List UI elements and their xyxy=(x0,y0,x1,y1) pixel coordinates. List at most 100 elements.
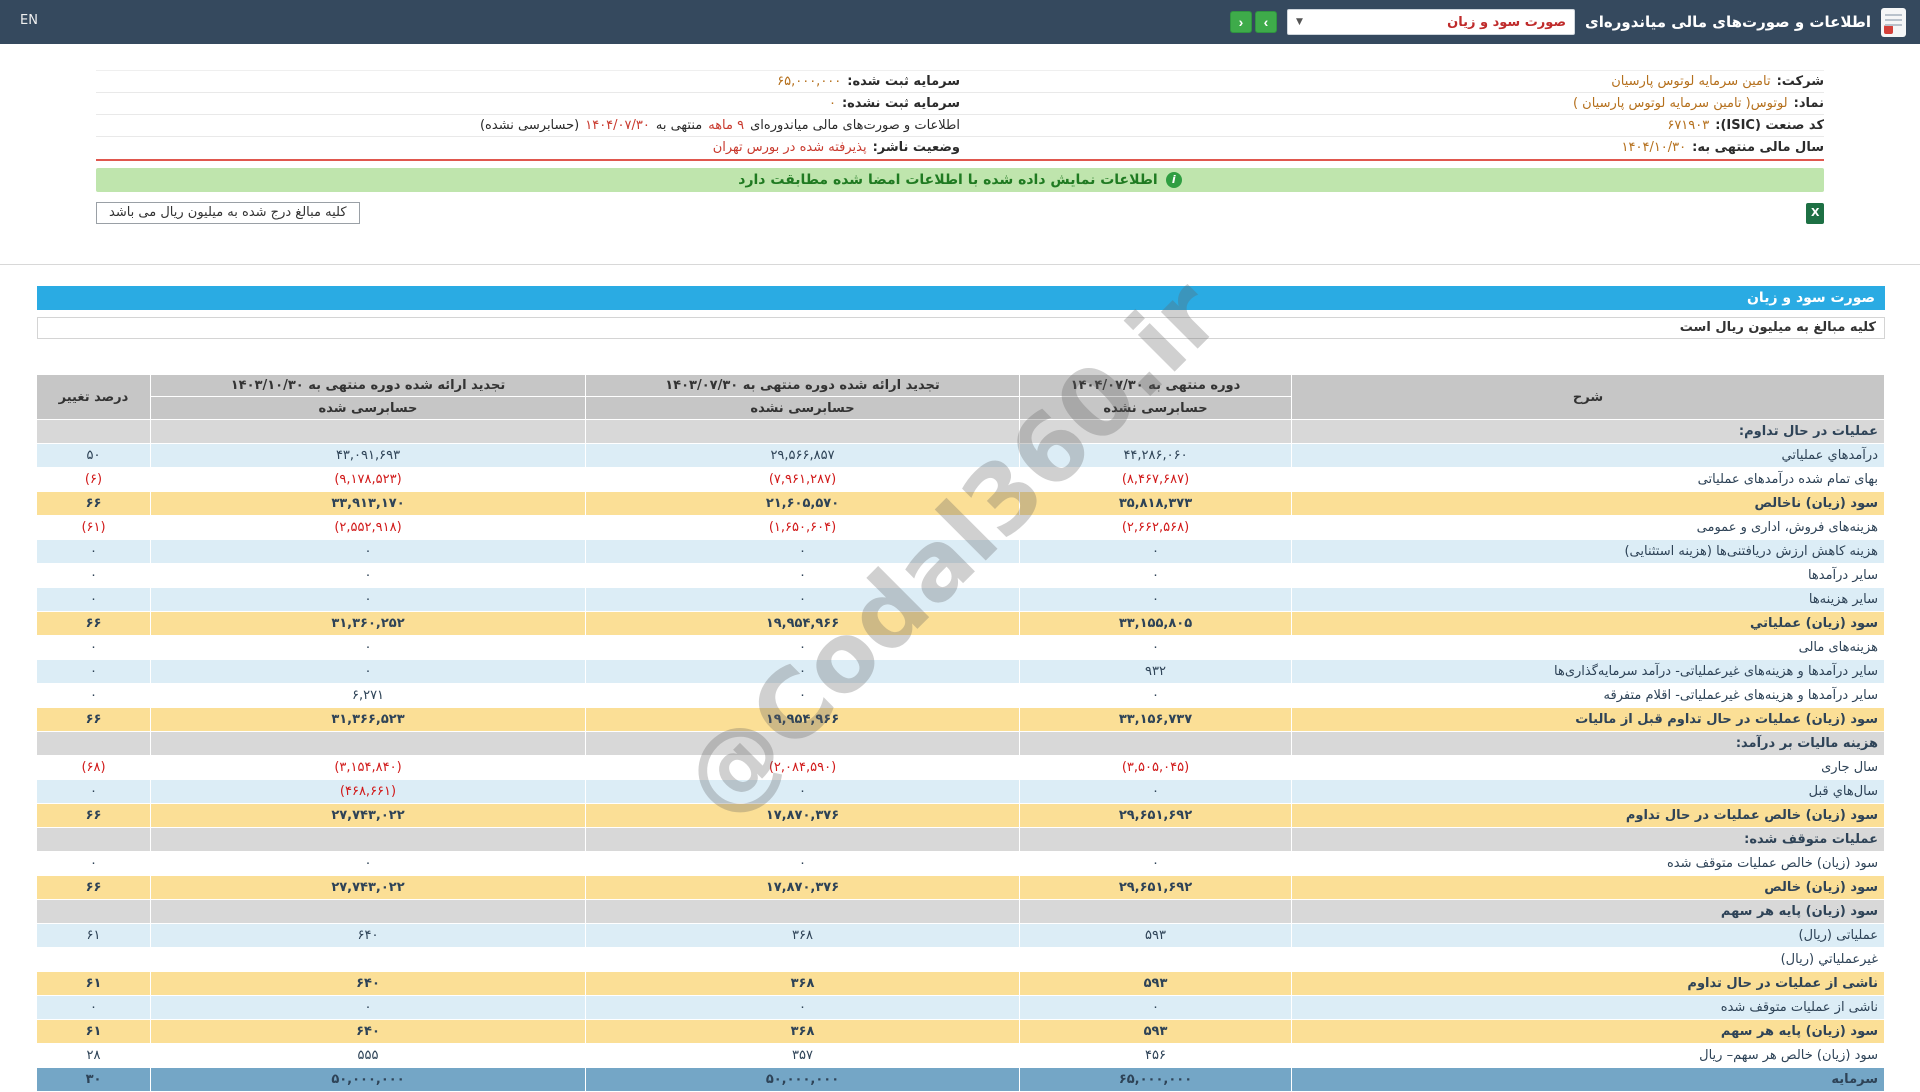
row-empty-cell xyxy=(1019,731,1292,756)
subheader-audited: حسابرسی شده xyxy=(150,396,586,420)
report-logo-icon xyxy=(1881,7,1906,37)
row-value-cell: ۳۳,۱۵۶,۷۳۷ xyxy=(1019,707,1292,732)
row-value-cell: ۰ xyxy=(150,995,586,1020)
row-description-cell: عملیاتی (ریال) xyxy=(1291,923,1885,948)
row-value-cell: ۰ xyxy=(1019,779,1292,804)
company-info-value: ۰ xyxy=(828,96,836,111)
company-info-section: شرکت: تامین سرمایه لوتوس پارسیان نماد: لوتو… xyxy=(96,70,1824,161)
company-info-value: ۶۵,۰۰۰,۰۰۰ xyxy=(777,74,842,89)
section-row: عملیات در حال تداوم: xyxy=(36,419,1885,444)
row-value-cell: (۶۸) xyxy=(36,755,151,780)
row-value-cell: ۰ xyxy=(1019,539,1292,564)
row-value-cell: ۲۷,۷۴۳,۰۲۲ xyxy=(150,875,586,900)
section-row: عملیات متوقف شده: xyxy=(36,827,1885,852)
company-info-value: تامین سرمایه لوتوس پارسیان xyxy=(1611,74,1771,89)
company-info-row: وضعیت ناشر: پذیرفته شده در بورس تهران xyxy=(96,137,960,159)
table-row: سود (زیان) خالص ۲۹,۶۵۱,۶۹۲ ۱۷,۸۷۰,۳۷۶ ۲۷,۷۴… xyxy=(36,875,1885,900)
row-value-cell: (۸,۴۶۷,۶۸۷) xyxy=(1019,467,1292,492)
row-description-cell: سود (زیان) پایه هر سهم xyxy=(1291,1019,1885,1044)
row-description-cell: سایر درآمدها و هزینه‌های غیرعملیاتی- درآ… xyxy=(1291,659,1885,684)
row-value-cell xyxy=(585,947,1020,972)
nav-back-button[interactable]: ‹ xyxy=(1230,11,1253,33)
row-value-cell: (۷,۹۶۱,۲۸۷) xyxy=(585,467,1020,492)
company-info-row: کد صنعت (ISIC): ۶۷۱۹۰۳ xyxy=(960,115,1824,137)
row-description-cell: سال‌هاي قبل xyxy=(1291,779,1885,804)
section-row: سود (زیان) پایه هر سهم xyxy=(36,899,1885,924)
row-value-cell: ۳۱,۳۶۶,۵۲۳ xyxy=(150,707,586,732)
row-value-cell: ۲۷,۷۴۳,۰۲۲ xyxy=(150,803,586,828)
statement-title-bar: صورت سود و زیان xyxy=(37,286,1885,310)
section-row: هزینه مالیات بر درآمد: xyxy=(36,731,1885,756)
page: { "topbar": { "title": "اطلاعات و صورت‌ه… xyxy=(0,0,1920,1092)
company-info-row: سرمایه ثبت نشده: ۰ xyxy=(96,93,960,115)
row-value-cell: ۶۴۰ xyxy=(150,923,586,948)
company-info-row: نماد: لوتوس( تامین سرمایه لوتوس پارسیان ) xyxy=(960,93,1824,115)
statement-type-select[interactable]: صورت سود و زیان ▼ xyxy=(1287,9,1576,35)
table-row: هزینه‌هاى فروش، ادارى و عمومى (۲,۶۶۲,۵۶۸)… xyxy=(36,515,1885,540)
row-empty-cell xyxy=(585,731,1020,756)
row-value-cell: ۵۹۳ xyxy=(1019,923,1292,948)
row-value-cell: (۶۱) xyxy=(36,515,151,540)
row-description-cell: هزینه‌هاى مالى xyxy=(1291,635,1885,660)
row-description-cell: سود (زيان) عملياتي xyxy=(1291,611,1885,636)
row-value-cell: ۱۹,۹۵۴,۹۶۶ xyxy=(585,707,1020,732)
row-value-cell: (۴۶۸,۶۶۱) xyxy=(150,779,586,804)
row-value-cell: (۲,۶۶۲,۵۶۸) xyxy=(1019,515,1292,540)
row-value-cell: ۰ xyxy=(36,539,151,564)
row-value-cell xyxy=(1019,947,1292,972)
row-value-cell: ۳۳,۹۱۳,۱۷۰ xyxy=(150,491,586,516)
row-value-cell: ۰ xyxy=(36,851,151,876)
row-value-cell: ۰ xyxy=(36,587,151,612)
company-info-text-segment: (حسابرسی نشده) xyxy=(479,118,580,133)
row-value-cell: ۹۳۲ xyxy=(1019,659,1292,684)
chevron-right-icon: › xyxy=(1263,13,1269,30)
row-value-cell: ۰ xyxy=(585,539,1020,564)
row-value-cell: ۰ xyxy=(585,587,1020,612)
row-value-cell: ۰ xyxy=(36,995,151,1020)
row-empty-cell xyxy=(585,899,1020,924)
row-empty-cell xyxy=(150,731,586,756)
row-value-cell: ۰ xyxy=(585,683,1020,708)
company-col-right: شرکت: تامین سرمایه لوتوس پارسیان نماد: لوتو… xyxy=(960,71,1824,159)
row-value-cell: ۰ xyxy=(150,563,586,588)
row-value-cell: ۰ xyxy=(585,995,1020,1020)
row-value-cell: ۰ xyxy=(150,659,586,684)
excel-export-icon[interactable] xyxy=(1806,202,1824,224)
table-row: سال‌هاي قبل ۰ ۰ (۴۶۸,۶۶۱) ۰ xyxy=(36,779,1885,804)
page-title: اطلاعات و صورت‌های مالی میاندوره‌ای xyxy=(1585,13,1871,31)
amounts-unit-note: کلیه مبالغ درج شده به میلیون ریال می باش… xyxy=(96,202,360,224)
row-description-cell: سود (زیان) پایه هر سهم xyxy=(1291,899,1885,924)
col-header-current-period: دوره منتهی به ۱۴۰۴/۰۷/۳۰ xyxy=(1019,374,1292,397)
company-info-text-segment: اطلاعات و صورت‌های مالی میاندوره‌ای xyxy=(750,118,960,133)
row-value-cell: ۶۱ xyxy=(36,971,151,996)
table-header: شرح دوره منتهی به ۱۴۰۴/۰۷/۳۰ تجدید ارائه… xyxy=(36,374,1885,420)
company-info-label: وضعیت ناشر: xyxy=(872,140,960,155)
table-row: هزینه کاهش ارزش دریافتنی‌ها (هزینه استثن… xyxy=(36,539,1885,564)
company-info-value: پذیرفته شده در بورس تهران xyxy=(712,140,867,155)
row-value-cell: ۶۴۰ xyxy=(150,971,586,996)
row-value-cell: ۳۳,۱۵۵,۸۰۵ xyxy=(1019,611,1292,636)
row-value-cell: ۰ xyxy=(36,683,151,708)
row-empty-cell xyxy=(1019,827,1292,852)
company-col-left: سرمایه ثبت شده: ۶۵,۰۰۰,۰۰۰ سرمایه ثبت نشده… xyxy=(96,71,960,159)
row-description-cell: سود (زيان) ناخالص xyxy=(1291,491,1885,516)
row-value-cell: ۰ xyxy=(1019,563,1292,588)
nav-forward-button[interactable]: › xyxy=(1255,11,1278,33)
table-row: غیرعملیاتي (ریال) xyxy=(36,947,1885,972)
row-value-cell: (۳,۵۰۵,۰۴۵) xyxy=(1019,755,1292,780)
row-value-cell: ۳۶۸ xyxy=(585,923,1020,948)
row-description-cell: سایر درآمدها و هزینه‌های غیرعملیاتی- اقل… xyxy=(1291,683,1885,708)
row-description-cell: سال جاری xyxy=(1291,755,1885,780)
row-value-cell: ۳۱,۳۶۰,۲۵۲ xyxy=(150,611,586,636)
row-value-cell: ۱۹,۹۵۴,۹۶۶ xyxy=(585,611,1020,636)
table-row: سود (زيان) ناخالص ۳۵,۸۱۸,۳۷۳ ۲۱,۶۰۵,۵۷۰ ۳۳,… xyxy=(36,491,1885,516)
language-toggle-en[interactable]: EN xyxy=(20,13,38,28)
row-value-cell: ۶۶ xyxy=(36,707,151,732)
table-row: هزینه‌هاى مالى ۰ ۰ ۰ ۰ xyxy=(36,635,1885,660)
table-row: سایر درآمدها و هزینه‌های غیرعملیاتی- درآ… xyxy=(36,659,1885,684)
row-description-cell: هزینه مالیات بر درآمد: xyxy=(1291,731,1885,756)
row-value-cell: ۲۹,۶۵۱,۶۹۲ xyxy=(1019,803,1292,828)
row-value-cell: ۲۹,۵۶۶,۸۵۷ xyxy=(585,443,1020,468)
row-value-cell: ۳۵,۸۱۸,۳۷۳ xyxy=(1019,491,1292,516)
table-row: سود (زیان) خالص هر سهم– ریال ۴۵۶ ۳۵۷ ۵۵۵ ۲۸ xyxy=(36,1043,1885,1068)
